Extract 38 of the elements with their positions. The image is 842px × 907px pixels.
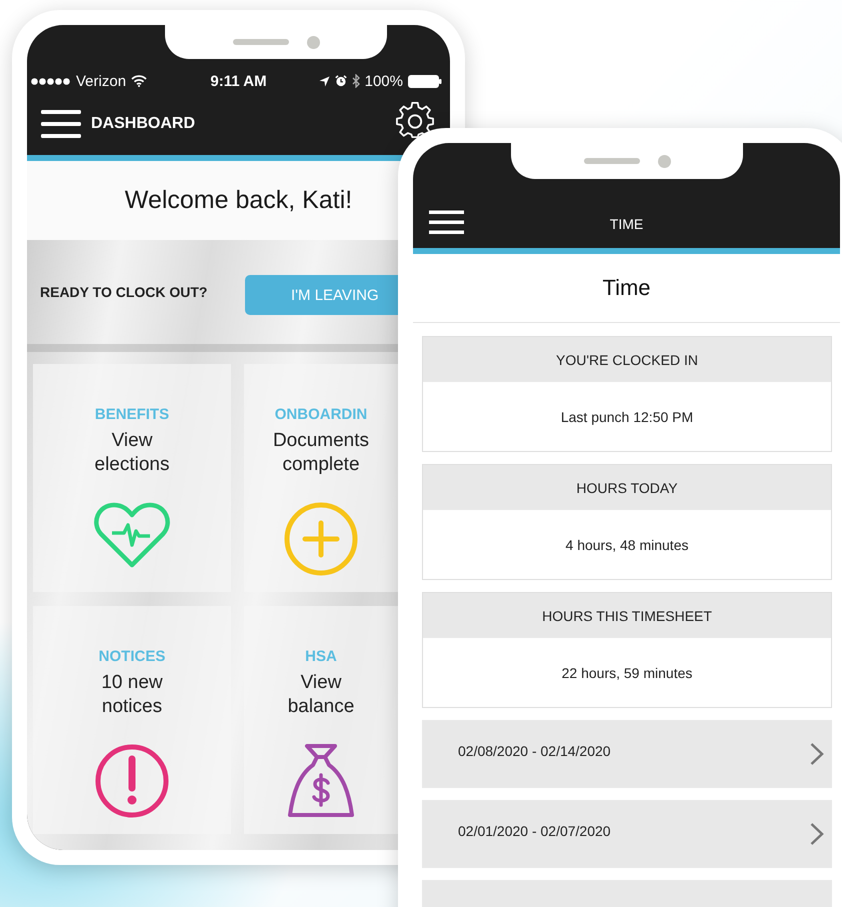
header-title: DASHBOARD — [91, 114, 196, 132]
card-heading: YOU'RE CLOCKED IN — [423, 337, 831, 382]
bluetooth-icon — [352, 74, 360, 88]
menu-icon[interactable] — [429, 210, 464, 235]
date-range: 02/01/2020 - 02/07/2020 — [458, 823, 611, 839]
battery-percent: 100% — [364, 72, 403, 90]
page-title: Time — [602, 275, 651, 301]
tile-category: NOTICES — [98, 648, 166, 665]
dashboard-tile[interactable]: NOTICES 10 new notices — [33, 606, 231, 834]
battery-icon — [408, 74, 442, 88]
wifi-icon — [131, 75, 148, 87]
alarm-icon — [334, 75, 347, 87]
status-time: 9:11 AM — [210, 72, 267, 90]
timesheet-row[interactable]: 02/01/2020 - 02/07/2020 — [422, 800, 832, 868]
tile-text: View elections — [94, 429, 170, 477]
tile-category: BENEFITS — [94, 406, 170, 423]
timesheet-row[interactable]: 02/08/2020 - 02/14/2020 — [422, 720, 832, 788]
carrier-name: Verizon — [76, 72, 126, 90]
tile-text: 10 new notices — [100, 671, 164, 719]
clock-out-prompt: READY TO CLOCK OUT? — [40, 284, 208, 300]
card-heading: HOURS THIS TIMESHEET — [423, 593, 831, 638]
header-title: TIME — [610, 216, 644, 232]
chevron-right-icon — [810, 822, 824, 846]
card-heading: HOURS TODAY — [423, 465, 831, 510]
signal-icon — [31, 78, 71, 84]
settings-icon[interactable] — [396, 102, 434, 140]
welcome-message: Welcome back, Kati! — [124, 186, 352, 215]
location-icon — [318, 76, 330, 86]
date-range: 02/08/2020 - 02/14/2020 — [458, 743, 611, 759]
tile-category: HSA — [305, 648, 337, 665]
tile-category: ONBOARDIN — [274, 406, 368, 423]
dashboard-tile[interactable]: ONBOARDIN Documents complete — [244, 364, 398, 592]
tile-text: View balance — [286, 671, 356, 719]
chevron-right-icon — [810, 742, 824, 766]
dashboard-tile[interactable]: HSA View balance — [244, 606, 398, 834]
menu-icon[interactable] — [41, 108, 81, 138]
dashboard-tile[interactable]: BENEFITS View elections — [33, 364, 231, 592]
tile-text: Documents complete — [272, 429, 370, 477]
